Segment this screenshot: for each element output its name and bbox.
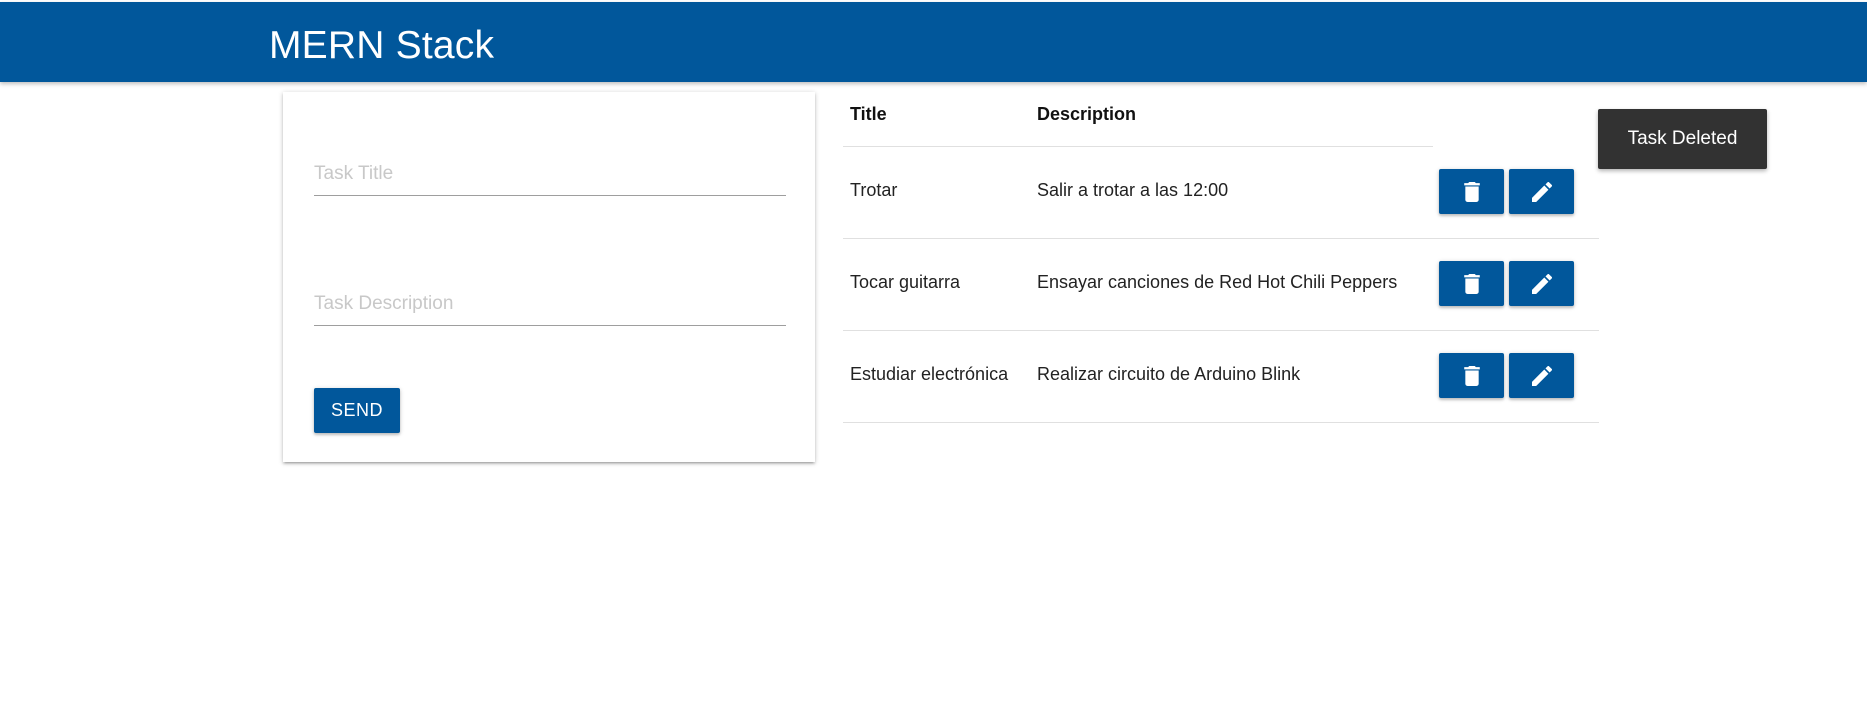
- task-description-cell: Ensayar canciones de Red Hot Chili Peppe…: [1037, 272, 1398, 292]
- brand-title[interactable]: MERN Stack: [269, 22, 494, 70]
- task-title-cell: Tocar guitarra: [850, 272, 961, 292]
- task-title-cell: Trotar: [850, 180, 898, 200]
- delete-button[interactable]: [1439, 353, 1504, 398]
- pencil-icon: [1531, 181, 1552, 202]
- toast-notification: Task Deleted: [1598, 109, 1767, 169]
- send-button[interactable]: SEND: [314, 388, 400, 433]
- trash-icon: [1463, 181, 1480, 202]
- header-title: Title: [850, 104, 887, 124]
- table-header: Title Description: [843, 92, 1433, 147]
- delete-button[interactable]: [1439, 169, 1504, 214]
- pencil-icon: [1531, 365, 1552, 386]
- task-form-card: SEND: [283, 92, 815, 462]
- table-row: Estudiar electrónica Realizar circuito d…: [843, 331, 1599, 423]
- trash-icon: [1463, 365, 1480, 386]
- task-title-cell: Estudiar electrónica: [850, 364, 1009, 384]
- pencil-icon: [1531, 273, 1552, 294]
- toast-message: Task Deleted: [1627, 128, 1738, 149]
- table-row: Trotar Salir a trotar a las 12:00: [843, 147, 1599, 239]
- task-description-input[interactable]: [314, 282, 786, 326]
- trash-icon: [1463, 273, 1480, 294]
- edit-button[interactable]: [1509, 169, 1574, 214]
- delete-button[interactable]: [1439, 261, 1504, 306]
- edit-button[interactable]: [1509, 353, 1574, 398]
- header-description: Description: [1037, 104, 1137, 124]
- task-description-cell: Realizar circuito de Arduino Blink: [1037, 364, 1301, 384]
- edit-button[interactable]: [1509, 261, 1574, 306]
- table-row: Tocar guitarra Ensayar canciones de Red …: [843, 239, 1599, 331]
- task-description-cell: Salir a trotar a las 12:00: [1037, 180, 1229, 200]
- task-title-input[interactable]: [314, 152, 786, 196]
- navbar: MERN Stack: [0, 2, 1867, 82]
